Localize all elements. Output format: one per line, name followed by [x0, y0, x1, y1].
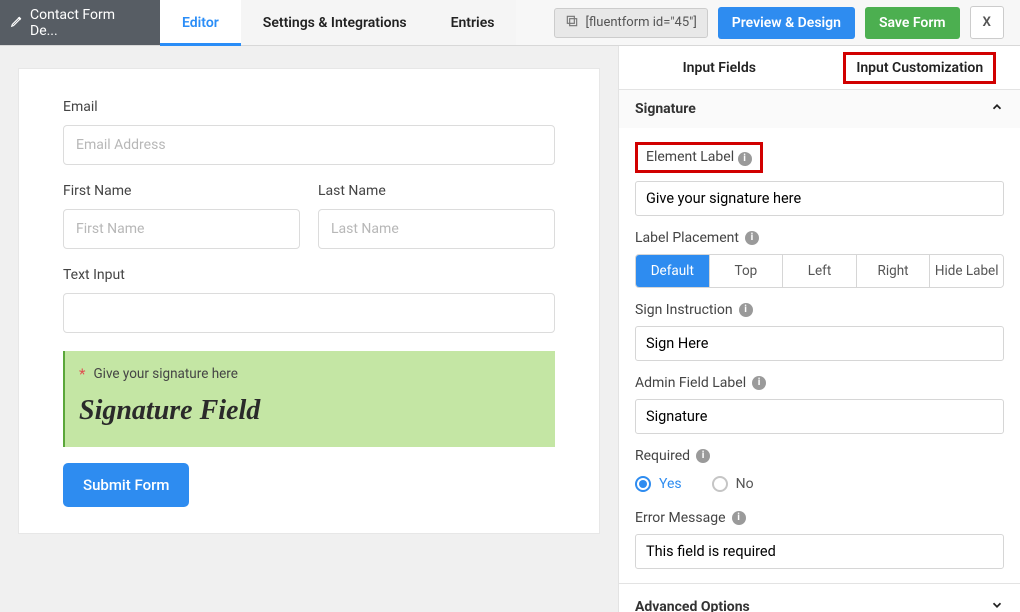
- placement-right[interactable]: Right: [856, 255, 930, 287]
- tab-input-fields[interactable]: Input Fields: [619, 46, 820, 89]
- chevron-down-icon: [990, 598, 1004, 612]
- tab-entries[interactable]: Entries: [429, 0, 517, 45]
- first-name-group: First Name: [63, 183, 300, 249]
- placement-default[interactable]: Default: [636, 255, 709, 287]
- tab-input-customization-label: Input Customization: [843, 52, 996, 84]
- shortcode-text: [fluentform id="45"]: [585, 15, 696, 30]
- page-title: Contact Form De...: [0, 0, 160, 45]
- info-icon: i: [696, 449, 710, 463]
- required-no-label: No: [736, 476, 754, 492]
- copy-icon: [565, 14, 579, 32]
- form-card: Email First Name Last Name Text Input: [18, 68, 600, 534]
- close-button[interactable]: X: [970, 6, 1004, 39]
- tab-settings[interactable]: Settings & Integrations: [241, 0, 429, 45]
- last-name-label: Last Name: [318, 183, 555, 199]
- signature-field-block[interactable]: * Give your signature here Signature Fie…: [63, 351, 555, 447]
- radio-icon: [635, 476, 651, 492]
- info-icon: i: [752, 376, 766, 390]
- info-icon: i: [732, 511, 746, 525]
- placement-top[interactable]: Top: [709, 255, 783, 287]
- text-input-group: Text Input: [63, 267, 555, 333]
- required-no[interactable]: No: [712, 476, 754, 492]
- error-message-label: Error Message: [635, 510, 726, 526]
- save-button[interactable]: Save Form: [865, 7, 960, 39]
- required-yes[interactable]: Yes: [635, 476, 682, 492]
- text-input-label: Text Input: [63, 267, 555, 283]
- chevron-up-icon: [990, 100, 1004, 118]
- preview-button[interactable]: Preview & Design: [718, 7, 855, 39]
- section-title: Signature: [635, 101, 696, 117]
- info-icon: i: [745, 231, 759, 245]
- required-label: Required: [635, 448, 690, 464]
- form-canvas: Email First Name Last Name Text Input: [0, 46, 618, 612]
- first-name-input[interactable]: [63, 209, 300, 249]
- signature-label: Give your signature here: [93, 366, 237, 382]
- info-icon: i: [739, 303, 753, 317]
- tab-editor[interactable]: Editor: [160, 0, 241, 45]
- email-field-group: Email: [63, 99, 555, 165]
- top-tabs: Editor Settings & Integrations Entries: [160, 0, 516, 45]
- label-placement-group: Default Top Left Right Hide Label: [635, 254, 1004, 288]
- advanced-options-label: Advanced Options: [635, 599, 750, 612]
- section-signature-header[interactable]: Signature: [619, 90, 1020, 128]
- tab-input-customization[interactable]: Input Customization: [820, 46, 1020, 89]
- sign-instruction-label: Sign Instruction: [635, 302, 733, 318]
- required-yes-label: Yes: [659, 476, 682, 492]
- placement-hide[interactable]: Hide Label: [929, 255, 1003, 287]
- radio-icon: [712, 476, 728, 492]
- sidebar-panel: Input Fields Input Customization Signatu…: [618, 46, 1020, 612]
- advanced-options-header[interactable]: Advanced Options: [619, 583, 1020, 612]
- element-label-input[interactable]: [635, 181, 1004, 216]
- email-input[interactable]: [63, 125, 555, 165]
- first-name-label: First Name: [63, 183, 300, 199]
- email-label: Email: [63, 99, 555, 115]
- label-placement-label: Label Placement: [635, 230, 739, 246]
- shortcode-display[interactable]: [fluentform id="45"]: [554, 8, 707, 38]
- placement-left[interactable]: Left: [782, 255, 856, 287]
- sign-instruction-input[interactable]: [635, 326, 1004, 361]
- submit-button[interactable]: Submit Form: [63, 463, 189, 507]
- last-name-input[interactable]: [318, 209, 555, 249]
- info-icon: i: [738, 152, 752, 166]
- admin-field-label-text: Admin Field Label: [635, 375, 746, 391]
- last-name-group: Last Name: [318, 183, 555, 249]
- required-star-icon: *: [79, 365, 85, 383]
- error-message-input[interactable]: [635, 534, 1004, 569]
- admin-field-label-input[interactable]: [635, 399, 1004, 434]
- element-label-text: Element Label: [646, 149, 734, 165]
- text-input-field[interactable]: [63, 293, 555, 333]
- pencil-icon: [10, 14, 24, 32]
- page-title-text: Contact Form De...: [30, 7, 146, 39]
- signature-display: Signature Field: [79, 395, 541, 427]
